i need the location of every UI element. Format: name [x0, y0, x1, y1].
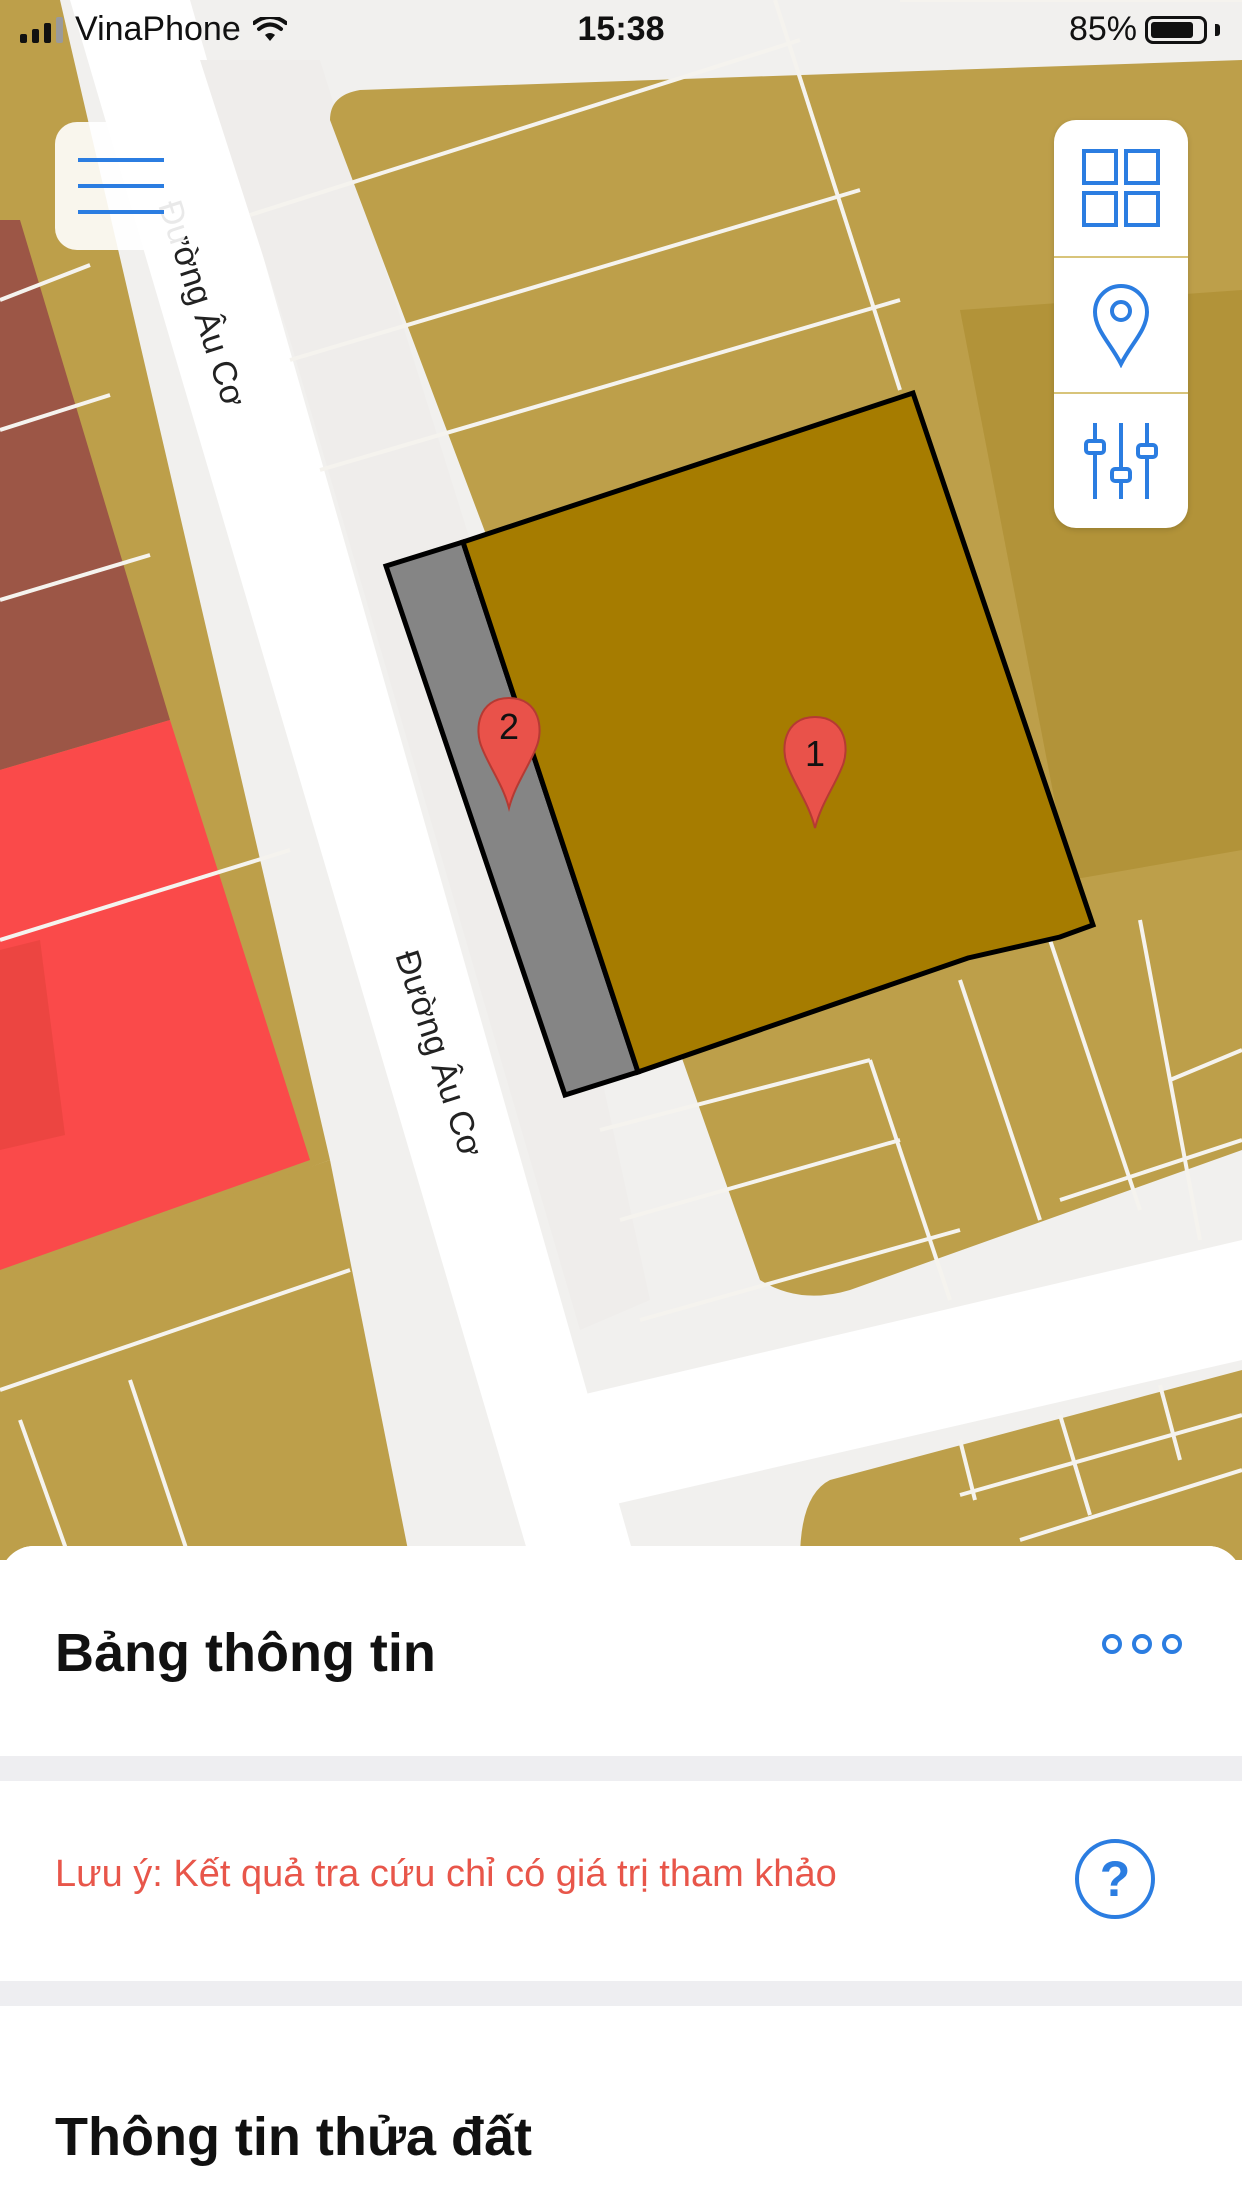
marker-1-label: 1	[805, 733, 825, 774]
filter-button[interactable]	[1054, 392, 1188, 528]
disclaimer-row: Lưu ý: Kết quả tra cứu chỉ có giá trị th…	[0, 1781, 1242, 1981]
battery-cap	[1215, 23, 1220, 36]
more-icon	[1102, 1634, 1122, 1654]
battery-icon	[1145, 15, 1207, 44]
sheet-title: Bảng thông tin	[55, 1623, 436, 1683]
menu-button[interactable]	[55, 122, 187, 250]
grid-icon	[1082, 149, 1160, 227]
section-title-parcel-info: Thông tin thửa đất	[55, 2107, 533, 2167]
disclaimer-text: Lưu ý: Kết quả tra cứu chỉ có giá trị th…	[55, 1853, 837, 1895]
status-bar: VinaPhone 15:38 85%	[0, 0, 1242, 64]
more-icon-dot	[1132, 1634, 1152, 1654]
sheet-header[interactable]: Bảng thông tin	[0, 1546, 1242, 1756]
my-location-button[interactable]	[1054, 256, 1188, 392]
battery-percent: 85%	[1068, 10, 1137, 48]
hamburger-icon	[78, 158, 164, 214]
marker-2-label: 2	[499, 706, 519, 747]
location-pin-icon	[1092, 284, 1150, 368]
sliders-icon	[1084, 423, 1158, 499]
layers-button[interactable]	[1054, 120, 1188, 256]
help-button[interactable]: ?	[1075, 1839, 1155, 1919]
status-time: 15:38	[577, 10, 665, 48]
more-icon-dot	[1162, 1634, 1182, 1654]
info-sheet: Bảng thông tin Lưu ý: Kết quả tra cứu ch…	[0, 1546, 1242, 2208]
divider	[0, 1756, 1242, 1781]
map-tools	[1054, 120, 1188, 528]
more-button[interactable]	[1102, 1634, 1182, 1654]
divider	[0, 1981, 1242, 2006]
